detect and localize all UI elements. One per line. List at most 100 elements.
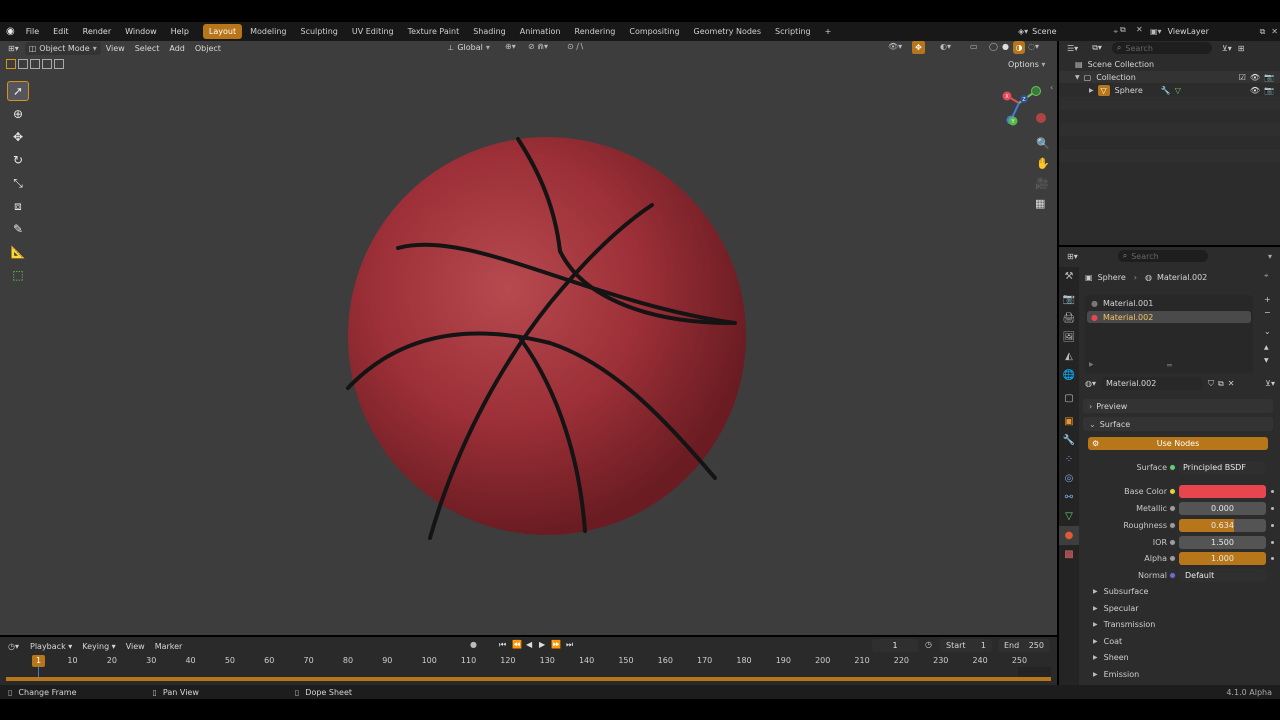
basketball-object[interactable] [340,133,756,545]
scale-tool[interactable]: ⤡ [7,173,29,193]
cursor-tool[interactable]: ⊕ [7,104,29,124]
eye-icon[interactable]: 👁 [1250,86,1260,95]
eye-icon[interactable]: 👁 [1250,73,1260,82]
preview-panel-header[interactable]: › Preview [1083,399,1273,413]
rotate-tool[interactable]: ↻ [7,150,29,170]
alpha-slider[interactable]: 1.000 [1179,552,1266,565]
tab-compositing[interactable]: Compositing [623,24,685,39]
duplicate-icon[interactable]: ⧉ [1218,379,1224,389]
snap-icon[interactable]: ⊘ ⋒▾ [528,42,548,51]
solid-shading-icon[interactable]: ● [1002,42,1009,51]
select-box-tool[interactable]: ➚ [7,81,29,101]
3d-viewport[interactable]: ⊞▾ ◫ Object Mode ▾ View Select Add Objec… [0,41,1057,635]
jump-end-icon[interactable]: ⏭ [566,640,573,650]
use-nodes-button[interactable]: ⚙ Use Nodes [1088,437,1268,450]
outliner-search[interactable]: ⌕ Search [1111,42,1212,54]
value-socket-icon[interactable] [1169,555,1176,562]
specular-subpanel[interactable]: ▶ Specular [1093,602,1139,616]
overlay-toggle-icon[interactable]: ◐▾ [940,42,951,51]
select-subtract-icon[interactable] [30,59,40,69]
keyframe-dot-icon[interactable] [1271,557,1274,560]
tab-rendering[interactable]: Rendering [569,24,622,39]
select-new-icon[interactable] [6,59,16,69]
list-resize-handle[interactable]: ═ [1167,361,1172,370]
tab-render[interactable]: 📷 [1059,290,1079,309]
pin-icon[interactable]: ⌖ [1264,271,1269,281]
tab-sculpting[interactable]: Sculpting [295,24,344,39]
clock-icon[interactable]: ◷ [925,640,932,649]
scene-selector[interactable]: ◈▾ Scene ⌖ [1018,25,1118,38]
tab-particles[interactable]: ⁘ [1059,450,1079,469]
tab-physics[interactable]: ◎ [1059,469,1079,488]
outliner-row-collection[interactable]: ▼ ▢ Collection ☑ 👁 📷 [1059,71,1280,83]
value-socket-icon[interactable] [1169,522,1176,529]
value-socket-icon[interactable] [1169,539,1176,546]
coat-subpanel[interactable]: ▶ Coat [1093,635,1122,649]
select-invert-icon[interactable] [42,59,52,69]
properties-search[interactable]: ⌕ Search [1117,250,1208,262]
surface-shader-field[interactable]: Principled BSDF [1179,461,1266,474]
menu-window[interactable]: Window [118,22,164,41]
camera-view-icon[interactable]: 🎥 [1035,177,1049,190]
tab-tool[interactable]: ⚒ [1059,267,1079,286]
options-button[interactable]: Options ▾ [1008,60,1045,69]
browse-material-icon[interactable]: ◍▾ [1085,379,1096,388]
viewport-menu-select[interactable]: Select [130,42,165,55]
tab-world[interactable]: 🌐 [1059,366,1079,385]
timeline-menu-marker[interactable]: Marker [150,640,188,653]
list-item[interactable]: ● Material.002 [1087,311,1251,323]
expand-arrow-icon[interactable]: ▶ [1089,87,1094,94]
menu-help[interactable]: Help [164,22,196,41]
tab-output[interactable]: 🖨 [1059,309,1079,328]
menu-render[interactable]: Render [76,22,118,41]
expand-arrow-icon[interactable]: ▼ [1075,74,1080,81]
emission-subpanel[interactable]: ▶ Emission [1093,668,1139,682]
chevron-down-icon[interactable]: ⌄ [1264,327,1271,336]
menu-edit[interactable]: Edit [46,22,76,41]
proportional-edit-icon[interactable]: ⊙ ∕∖ [567,42,584,51]
new-scene-icon[interactable]: ⧉ [1120,25,1126,35]
slot-link-icon[interactable]: ⊻▾ [1265,379,1275,388]
start-frame-field[interactable]: Start 1 [940,639,992,652]
subsurface-subpanel[interactable]: ▶ Subsurface [1093,585,1148,599]
ior-field[interactable]: 1.500 [1179,536,1266,549]
viewport-menu-view[interactable]: View [101,42,130,55]
play-icon[interactable]: ▶ [539,640,545,649]
annotate-tool[interactable]: ✎ [7,219,29,239]
tab-texture[interactable]: ▩ [1059,545,1079,564]
base-color-swatch[interactable] [1179,485,1266,498]
current-frame-field[interactable]: 1 [872,639,918,652]
tab-geometry-nodes[interactable]: Geometry Nodes [688,24,767,39]
end-frame-field[interactable]: End 250 [998,639,1050,652]
expand-arrow-icon[interactable]: ▶ [1089,361,1094,368]
keyframe-dot-icon[interactable] [1271,507,1274,510]
outliner-row-scene-collection[interactable]: ▤ Scene Collection [1059,58,1280,70]
add-workspace-button[interactable]: + [819,24,838,39]
tab-modifiers[interactable]: 🔧 [1059,431,1079,450]
visibility-icon[interactable]: 👁▾ [888,42,902,51]
navigation-gizmo[interactable]: X Y Z [997,83,1053,129]
select-intersect-icon[interactable] [54,59,64,69]
tab-animation[interactable]: Animation [514,24,567,39]
color-socket-icon[interactable] [1169,488,1176,495]
tab-view-layer[interactable]: 🖼 [1059,328,1079,347]
move-down-icon[interactable]: ▼ [1264,357,1269,364]
tab-layout[interactable]: Layout [202,24,243,39]
camera-icon[interactable]: 📷 [1264,86,1274,95]
surface-panel-header[interactable]: ⌄ Surface [1083,417,1273,431]
keyframe-dot-icon[interactable] [1271,490,1274,493]
wireframe-shading-icon[interactable]: ◯ [989,42,998,51]
filter-icon[interactable]: ⊻▾ [1222,44,1232,53]
prev-keyframe-icon[interactable]: ⏪ [512,640,522,649]
play-reverse-icon[interactable]: ◀ [526,640,532,649]
tab-data[interactable]: ▽ [1059,507,1079,526]
tab-shading[interactable]: Shading [467,24,512,39]
remove-slot-icon[interactable]: − [1264,308,1271,317]
viewport-menu-object[interactable]: Object [190,42,226,55]
timeline-menu-view[interactable]: View [121,640,150,653]
move-tool[interactable]: ✥ [7,127,29,147]
sheen-subpanel[interactable]: ▶ Sheen [1093,651,1129,665]
frame-ruler[interactable]: 1 10 20 30 40 50 60 70 80 90 100 110 120 130 140 150 16… [0,655,1057,667]
rendered-shading-icon[interactable]: ◌▾ [1028,42,1039,51]
gizmo-toggle-icon[interactable]: ✥ [912,41,925,54]
